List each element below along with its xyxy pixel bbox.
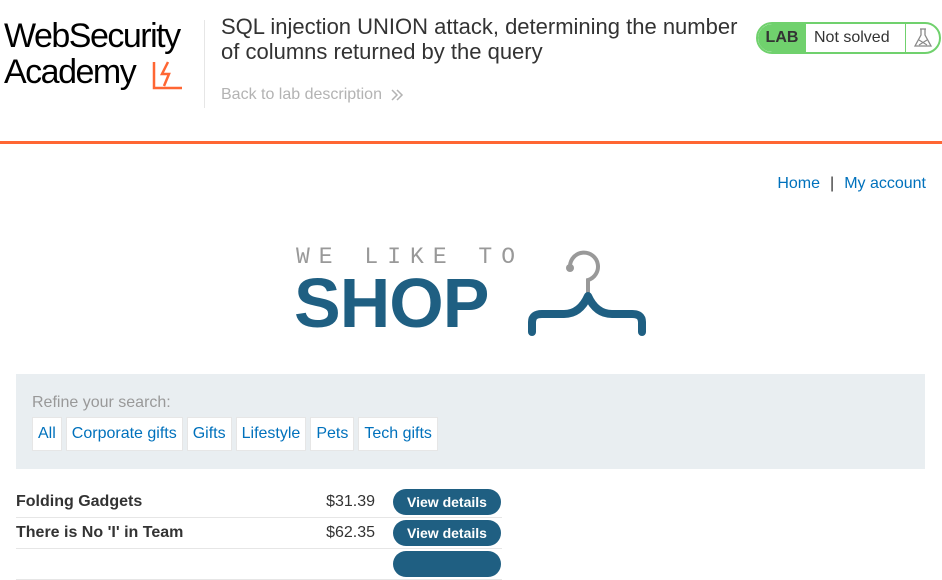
- filter-list: All Corporate gifts Gifts Lifestyle Pets…: [32, 417, 438, 451]
- web-security-academy-logo[interactable]: WebSecurity Academy: [4, 18, 204, 92]
- double-chevron-right-icon: [391, 89, 404, 101]
- shop-word: SHOP: [294, 264, 489, 342]
- header-divider: [204, 20, 205, 108]
- product-row: There is No 'I' in Team $62.35 View deta…: [16, 518, 502, 549]
- lab-status-widget: LAB Not solved: [756, 22, 941, 54]
- flask-icon: [905, 24, 939, 52]
- filter-corporate-gifts[interactable]: Corporate gifts: [65, 417, 183, 451]
- filter-gifts[interactable]: Gifts: [186, 417, 232, 451]
- product-price: $31.39: [326, 493, 375, 510]
- lab-badge: LAB: [758, 24, 806, 52]
- view-details-button[interactable]: [393, 551, 501, 577]
- back-to-lab-description-link[interactable]: Back to lab description: [221, 86, 404, 104]
- lightning-icon: [152, 61, 182, 90]
- product-price: $62.35: [326, 524, 375, 541]
- view-details-button[interactable]: View details: [393, 489, 501, 515]
- lab-title: SQL injection UNION attack, determining …: [221, 14, 738, 64]
- home-link[interactable]: Home: [777, 175, 820, 193]
- lab-status-text: Not solved: [814, 29, 890, 46]
- filter-pets[interactable]: Pets: [310, 417, 355, 451]
- logo-text-line1: WebSecurity: [4, 17, 181, 55]
- filter-tech-gifts[interactable]: Tech gifts: [358, 417, 438, 451]
- logo-text-line2: Academy: [4, 53, 137, 91]
- shop-logo: WE LIKE TO SHOP: [294, 240, 654, 340]
- filter-label: Refine your search:: [32, 394, 171, 411]
- my-account-link[interactable]: My account: [844, 175, 926, 193]
- nav-separator: |: [830, 175, 835, 192]
- product-row: Folding Gadgets $31.39 View details: [16, 487, 502, 518]
- academy-header: WebSecurity Academy SQL injection UNION …: [0, 0, 942, 144]
- product-name: Folding Gadgets: [16, 493, 143, 510]
- product-row: [16, 549, 502, 580]
- hanger-icon: [528, 250, 646, 336]
- product-table: Folding Gadgets $31.39 View details Ther…: [16, 487, 502, 580]
- filter-lifestyle[interactable]: Lifestyle: [235, 417, 307, 451]
- back-link-label: Back to lab description: [221, 86, 382, 103]
- filter-panel: Refine your search: All Corporate gifts …: [16, 374, 925, 469]
- view-details-button[interactable]: View details: [393, 520, 501, 546]
- product-name: There is No 'I' in Team: [16, 524, 184, 541]
- account-nav: Home | My account: [777, 175, 926, 193]
- filter-all[interactable]: All: [32, 417, 62, 451]
